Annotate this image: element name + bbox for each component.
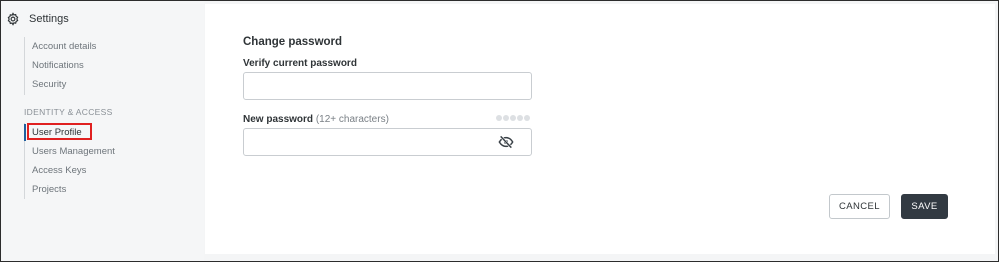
new-password-input[interactable] [243, 128, 532, 156]
cancel-button[interactable]: CANCEL [829, 194, 890, 219]
gear-icon [7, 12, 19, 26]
strength-dot [524, 115, 530, 121]
nav-group-identity: User Profile Users Management Access Key… [24, 123, 115, 199]
sidebar-item-notifications[interactable]: Notifications [25, 56, 96, 75]
settings-header[interactable]: Settings [6, 9, 69, 29]
sidebar-item-users-management[interactable]: Users Management [25, 142, 115, 161]
eye-slash-icon[interactable] [498, 135, 514, 149]
new-password-label-text: New password [243, 114, 314, 125]
new-password-hint: (12+ characters) [315, 114, 389, 125]
strength-dot [496, 115, 502, 121]
sidebar: Settings Account details Notifications S… [0, 0, 204, 262]
nav-group-account: Account details Notifications Security [24, 37, 96, 95]
strength-dot [517, 115, 523, 121]
password-strength-meter [496, 115, 530, 121]
sidebar-item-user-profile[interactable]: User Profile [24, 123, 115, 142]
sidebar-item-projects[interactable]: Projects [25, 180, 115, 199]
sidebar-item-security[interactable]: Security [25, 75, 96, 94]
strength-dot [510, 115, 516, 121]
current-password-input[interactable] [243, 72, 532, 100]
current-password-label: Verify current password [243, 58, 357, 69]
sidebar-item-access-keys[interactable]: Access Keys [25, 161, 115, 180]
page-title: Change password [243, 36, 343, 48]
main-panel: Change password Verify current password … [205, 4, 995, 254]
new-password-label: New password (12+ characters) [243, 114, 389, 125]
sidebar-item-account-details[interactable]: Account details [25, 37, 96, 56]
section-label-identity-access: IDENTITY & ACCESS [24, 107, 113, 117]
strength-dot [503, 115, 509, 121]
settings-title: Settings [29, 13, 69, 25]
save-button[interactable]: SAVE [901, 194, 948, 219]
